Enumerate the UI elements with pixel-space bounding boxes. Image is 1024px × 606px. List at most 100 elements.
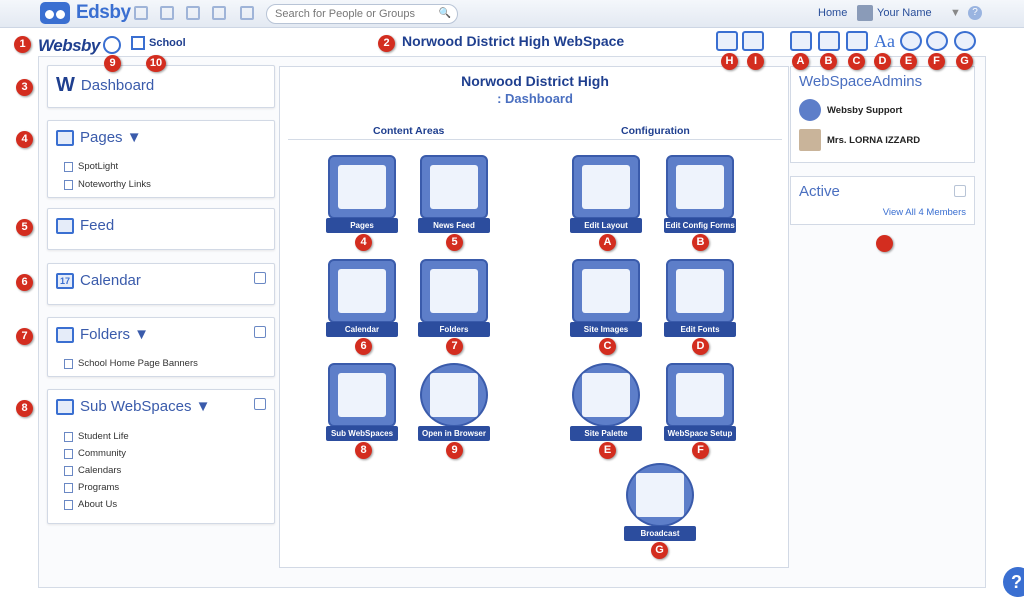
image-folder-icon	[64, 358, 73, 369]
dashboard-subtitle: : Dashboard	[497, 91, 573, 106]
add-folder-icon[interactable]	[254, 326, 266, 338]
pages-icon	[328, 155, 396, 219]
admin-entry[interactable]: Mrs. LORNA IZZARD	[799, 129, 920, 151]
marker-10: 10	[146, 55, 166, 72]
palette-icon[interactable]	[900, 31, 922, 51]
avatar	[857, 5, 873, 21]
school-link[interactable]: School	[131, 36, 186, 50]
edit-config-forms-tile[interactable]: Edit Config Forms	[664, 155, 736, 233]
marker-a: A	[792, 53, 809, 70]
dashboard-panel[interactable]: W Dashboard	[47, 65, 275, 108]
chevron-down-icon[interactable]: ▼	[950, 7, 961, 19]
broadcast-icon[interactable]	[954, 31, 976, 51]
edit-layout-tile[interactable]: Edit Layout	[570, 155, 642, 233]
marker-1: 1	[14, 36, 31, 53]
member-profile-icon[interactable]	[742, 31, 764, 51]
marker-9: 9	[104, 55, 121, 72]
marker-5: 5	[16, 219, 33, 236]
list-item[interactable]: Student Life	[64, 431, 129, 442]
marker-c: C	[599, 338, 616, 355]
list-item[interactable]: About Us	[64, 499, 117, 510]
marker-6: 6	[355, 338, 372, 355]
marker-3: 3	[16, 79, 33, 96]
feed-icon	[56, 217, 74, 234]
edit-layout-icon[interactable]	[790, 31, 812, 51]
webspace-admins-panel: WebSpaceAdmins Websby Support Mrs. LORNA…	[790, 66, 975, 163]
list-item[interactable]: Programs	[64, 482, 119, 493]
status-dot	[876, 235, 893, 252]
config-forms-icon[interactable]	[818, 31, 840, 51]
edsby-logo[interactable]: Edsby	[40, 2, 131, 24]
mail-icon[interactable]	[134, 6, 148, 20]
feed-panel[interactable]: Feed	[47, 208, 275, 250]
dashboard-main: Norwood District High : Dashboard Conten…	[279, 66, 789, 568]
edit-icon[interactable]	[160, 6, 174, 20]
calendar-icon: 17	[56, 272, 74, 289]
marker-b: B	[692, 234, 709, 251]
marker-f: F	[928, 53, 945, 70]
news-feed-icon	[420, 155, 488, 219]
pages-label[interactable]: Pages ▼	[80, 129, 142, 146]
marker-g: G	[651, 542, 668, 559]
marker-4: 4	[355, 234, 372, 251]
home-link[interactable]: Home	[818, 7, 847, 19]
fonts-icon[interactable]: Aa	[874, 31, 896, 51]
marker-c: C	[848, 53, 865, 70]
help-button[interactable]: ?	[1003, 567, 1024, 597]
admin-entry[interactable]: Websby Support	[799, 99, 902, 121]
top-bar: Edsby Search for People or Groups 🔍 Home …	[0, 0, 1024, 28]
marker-4: 4	[16, 131, 33, 148]
add-subwebspace-icon[interactable]	[254, 398, 266, 410]
page-icon	[64, 179, 73, 190]
marker-g: G	[956, 53, 973, 70]
list-item[interactable]: SpotLight	[64, 161, 118, 172]
avatar	[799, 99, 821, 121]
calendar-tile[interactable]: Calendar	[326, 259, 398, 337]
websby-w-icon: W	[56, 74, 75, 96]
school-icon	[131, 36, 145, 50]
list-item[interactable]: School Home Page Banners	[64, 358, 198, 369]
active-title: Active	[799, 183, 840, 200]
view-all-members-link[interactable]: View All 4 Members	[883, 207, 966, 218]
calendar-panel[interactable]: 17 Calendar	[47, 263, 275, 305]
marker-8: 8	[16, 400, 33, 417]
pages-panel: Pages ▼ SpotLight Noteworthy Links	[47, 120, 275, 198]
broadcast-tile[interactable]: Broadcast	[624, 463, 696, 541]
open-in-browser-tile[interactable]: Open in Browser	[418, 363, 490, 441]
websby-logo[interactable]: Websby	[38, 36, 100, 56]
divider	[288, 139, 782, 140]
search-input[interactable]: Search for People or Groups 🔍	[266, 4, 458, 24]
marker-6: 6	[16, 274, 33, 291]
page-icon	[64, 161, 73, 172]
palette-icon	[572, 363, 640, 427]
expand-icon[interactable]	[954, 185, 966, 197]
list-item[interactable]: Community	[64, 448, 126, 459]
globe-icon	[420, 363, 488, 427]
calendar-icon[interactable]	[186, 6, 200, 20]
webspace-setup-tile[interactable]: WebSpace Setup	[664, 363, 736, 441]
add-member-icon[interactable]	[716, 31, 738, 51]
webspace-setup-icon	[666, 363, 734, 427]
add-event-icon[interactable]	[254, 272, 266, 284]
camera-icon[interactable]	[846, 31, 868, 51]
webspace-setup-icon[interactable]	[926, 31, 948, 51]
folders-tile[interactable]: Folders	[418, 259, 490, 337]
pages-tile[interactable]: Pages	[326, 155, 398, 233]
list-item[interactable]: Calendars	[64, 465, 121, 476]
user-menu[interactable]: Your Name	[877, 7, 932, 19]
page-title: Norwood District High WebSpace	[402, 33, 625, 49]
list-item[interactable]: Noteworthy Links	[64, 179, 151, 190]
site-palette-tile[interactable]: Site Palette	[570, 363, 642, 441]
site-images-tile[interactable]: Site Images	[570, 259, 642, 337]
pdf-folder-icon	[420, 259, 488, 323]
globe-icon[interactable]	[103, 36, 121, 54]
news-feed-tile[interactable]: News Feed	[418, 155, 490, 233]
dashboard-title: Norwood District High	[461, 73, 609, 89]
folder-icon[interactable]	[240, 6, 254, 20]
owl-icon	[40, 2, 70, 24]
sub-webspaces-tile[interactable]: Sub WebSpaces	[326, 363, 398, 441]
help-icon[interactable]: ?	[968, 6, 982, 20]
edit-fonts-tile[interactable]: Edit Fonts	[664, 259, 736, 337]
send-icon[interactable]	[212, 6, 226, 20]
marker-a: A	[599, 234, 616, 251]
